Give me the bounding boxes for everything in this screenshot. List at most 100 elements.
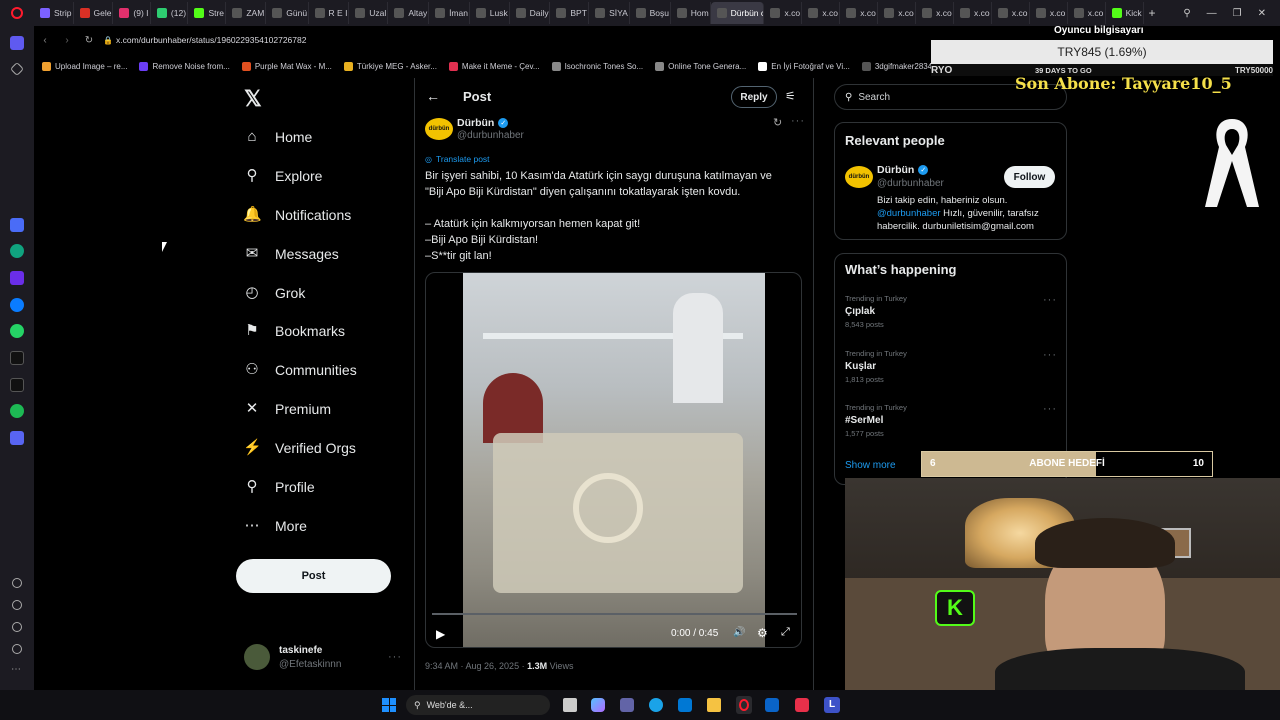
nav-item-profile[interactable]: ⚲ Profile <box>243 478 315 496</box>
new-tab-icon[interactable]: + <box>1144 6 1160 20</box>
lightbulb-icon[interactable] <box>12 644 22 654</box>
browser-tab[interactable]: SİYA <box>589 2 630 24</box>
copilot-icon[interactable] <box>10 271 24 285</box>
bookmark-item[interactable]: Türkiye MEG - Asker... <box>343 61 437 71</box>
browser-tab[interactable]: x.co <box>802 2 841 24</box>
browser-tab[interactable]: Dürbün c <box>710 2 765 24</box>
bookmark-item[interactable]: Online Tone Genera... <box>655 61 746 71</box>
nav-item-notifications[interactable]: 🔔 Notifications <box>243 206 351 224</box>
teams-icon[interactable] <box>620 698 634 712</box>
bookmark-item[interactable]: Make it Meme - Çev... <box>448 61 540 71</box>
video-player[interactable]: ▶ 0:00 / 0:45 🔊 ⚙ ⤢ <box>425 272 802 648</box>
nav-item-communities[interactable]: ⚇ Communities <box>243 361 356 379</box>
whatsapp-icon[interactable] <box>10 324 24 338</box>
browser-tab[interactable]: BPT <box>550 2 590 24</box>
browser-tab[interactable]: x.co <box>878 2 917 24</box>
tiktok-icon[interactable] <box>10 351 24 365</box>
app-l-icon[interactable]: L <box>824 697 840 713</box>
browser-tab[interactable]: R E I <box>309 2 350 24</box>
search-tabs-icon[interactable]: ⚲ <box>1183 8 1190 19</box>
browser-tab[interactable]: x.co <box>764 2 803 24</box>
home-icon[interactable] <box>10 36 24 50</box>
settings-gear-icon[interactable]: ⚙ <box>757 626 768 640</box>
player-icon[interactable] <box>10 431 24 445</box>
browser-tab[interactable]: Uzal <box>349 2 389 24</box>
fullscreen-icon[interactable]: ⤢ <box>781 626 790 639</box>
grok-icon[interactable]: ↻ <box>773 116 782 129</box>
bookmark-item[interactable]: Remove Noise from... <box>139 61 230 71</box>
trend-item[interactable]: Trending in Turkey Çıplak 8,543 posts <box>845 294 907 329</box>
pinboard-icon[interactable] <box>9 61 25 77</box>
minimize-icon[interactable]: — <box>1207 8 1217 19</box>
more-options-icon[interactable]: ⋯ <box>11 664 21 675</box>
chatgpt-icon[interactable] <box>10 244 24 258</box>
copilot-taskbar-icon[interactable] <box>591 698 605 712</box>
account-avatar[interactable] <box>244 644 270 670</box>
account-menu-icon[interactable]: ··· <box>388 651 402 663</box>
browser-tab[interactable]: ZAM <box>226 2 267 24</box>
opera-logo-icon[interactable] <box>0 0 34 26</box>
start-menu-icon[interactable] <box>382 698 396 712</box>
url-field[interactable]: x.com/durbunhaber/status/196022935410272… <box>116 35 306 45</box>
nav-item-explore[interactable]: ⚲ Explore <box>243 167 323 185</box>
nav-item-verified-orgs[interactable]: ⚡ Verified Orgs <box>243 439 356 457</box>
browser-tab[interactable]: Daily <box>510 2 551 24</box>
trend-item[interactable]: Trending in Turkey Kuşlar 1,813 posts <box>845 349 907 384</box>
browser-tab[interactable]: x.co <box>954 2 992 24</box>
file-explorer-icon[interactable] <box>707 698 721 712</box>
trend-menu-icon[interactable]: ··· <box>1043 349 1057 361</box>
post-button[interactable]: Post <box>236 559 391 593</box>
opera-taskbar-icon[interactable] <box>736 696 752 714</box>
volume-icon[interactable]: 🔊 <box>733 627 745 638</box>
post-menu-icon[interactable]: ··· <box>791 115 805 127</box>
aria-icon[interactable] <box>10 218 24 232</box>
author-avatar[interactable]: dürbün <box>425 118 453 140</box>
browser-tab[interactable]: Strip <box>34 2 74 24</box>
history-icon[interactable] <box>12 600 22 610</box>
close-window-icon[interactable]: ✕ <box>1258 8 1266 19</box>
forward-icon[interactable]: › <box>56 35 78 46</box>
nav-item-messages[interactable]: ✉ Messages <box>243 245 339 263</box>
post-timestamp[interactable]: 9:34 AM · Aug 26, 2025 · <box>425 661 527 671</box>
trend-menu-icon[interactable]: ··· <box>1043 403 1057 415</box>
author-handle[interactable]: @durbunhaber <box>457 130 524 141</box>
site-info-icon[interactable]: 🔒 <box>100 36 116 45</box>
favorites-icon[interactable] <box>12 578 22 588</box>
browser-tab[interactable]: x.co <box>1030 2 1068 24</box>
edge-icon[interactable] <box>649 698 663 712</box>
browser-tab[interactable]: (12) <box>151 2 189 24</box>
app-w-icon[interactable] <box>795 698 809 712</box>
browser-tab[interactable]: x.co <box>916 2 954 24</box>
nav-item-home[interactable]: ⌂ Home <box>243 128 312 146</box>
person-avatar[interactable]: dürbün <box>845 166 873 188</box>
settings-icon[interactable] <box>12 622 22 632</box>
bookmark-item[interactable]: Purple Mat Wax - M... <box>241 61 332 71</box>
maximize-icon[interactable]: ❐ <box>1233 8 1242 19</box>
follow-button[interactable]: Follow <box>1004 166 1055 188</box>
outlook-icon[interactable] <box>765 698 779 712</box>
video-progress-track[interactable] <box>432 613 797 615</box>
browser-tab[interactable]: Hom <box>671 2 711 24</box>
browser-tab[interactable]: x.co <box>1068 2 1106 24</box>
x-logo-icon[interactable]: 𝕏 <box>244 86 262 112</box>
nav-item-premium[interactable]: ✕ Premium <box>243 400 331 418</box>
taskbar-search[interactable]: ⚲ Web'de &... <box>406 695 550 715</box>
bookmark-item[interactable]: Upload Image – re... <box>42 61 127 71</box>
store-icon[interactable] <box>678 698 692 712</box>
nav-item-bookmarks[interactable]: ⚑ Bookmarks <box>243 322 345 340</box>
bio-mention-link[interactable]: @durbunhaber <box>877 208 941 219</box>
spotify-icon[interactable] <box>10 404 24 418</box>
messenger-icon[interactable] <box>10 298 24 312</box>
browser-tab[interactable]: x.co <box>992 2 1030 24</box>
back-arrow-icon[interactable]: ← <box>426 88 440 104</box>
bookmark-item[interactable]: En İyi Fotoğraf ve Vi... <box>758 61 850 71</box>
browser-tab[interactable]: İman <box>429 2 470 24</box>
browser-tab[interactable]: (9) I <box>113 2 151 24</box>
reload-icon[interactable]: ↻ <box>78 35 100 46</box>
browser-tab[interactable]: Boşu <box>630 2 671 24</box>
trend-item[interactable]: Trending in Turkey #SerMel 1,577 posts <box>845 403 907 438</box>
browser-tab[interactable]: Lusk <box>470 2 510 24</box>
translate-link[interactable]: Translate post <box>436 154 490 164</box>
person-handle[interactable]: @durbunhaber <box>877 178 944 189</box>
browser-tab[interactable]: x.co <box>840 2 879 24</box>
